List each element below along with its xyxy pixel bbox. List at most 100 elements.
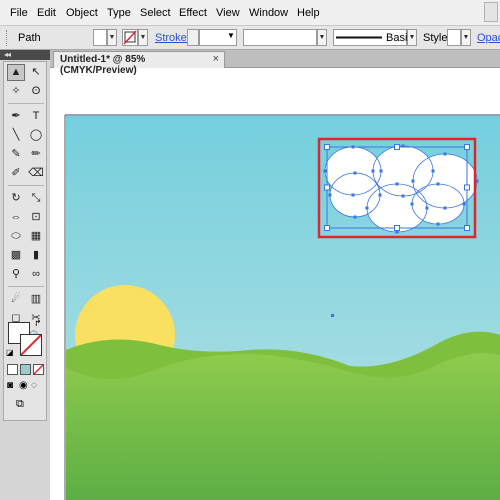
menu-view[interactable]: View — [216, 7, 240, 19]
anchor-point[interactable] — [436, 182, 440, 186]
anchor-point[interactable] — [378, 193, 382, 197]
screen-mode-icon[interactable]: ⧉ — [16, 398, 24, 411]
grip-icon[interactable] — [6, 30, 10, 46]
perspective-grid-tool-icon[interactable]: ▦ — [27, 228, 45, 245]
bounding-box-handle[interactable] — [324, 225, 330, 231]
symbol-sprayer-tool-icon[interactable]: ☄ — [7, 291, 25, 308]
bounding-box-handle[interactable] — [324, 184, 330, 191]
eraser-tool-icon[interactable]: ⌫ — [27, 165, 45, 182]
close-icon[interactable]: × — [213, 53, 219, 65]
anchor-point[interactable] — [411, 179, 415, 183]
bounding-box-handle[interactable] — [324, 144, 330, 150]
document-tab-title: Untitled-1* @ 85% (CMYK/Preview) — [60, 54, 146, 76]
draw-inside-icon[interactable]: ◌ — [31, 380, 37, 391]
anchor-point[interactable] — [371, 169, 375, 173]
opacity-label[interactable]: Opacity — [477, 32, 500, 44]
brush-dropdown-icon[interactable]: ▼ — [407, 29, 417, 46]
eyedropper-tool-icon[interactable]: ⚲ — [7, 266, 25, 283]
anchor-point[interactable] — [443, 206, 447, 210]
anchor-point[interactable] — [323, 169, 327, 173]
menu-help[interactable]: Help — [297, 7, 320, 19]
none-mode-icon[interactable] — [33, 364, 44, 375]
swap-fill-stroke-icon[interactable]: ↱ — [34, 318, 42, 329]
pencil-tool-icon[interactable]: ✏ — [27, 146, 45, 163]
draw-behind-icon[interactable]: ◉ — [19, 380, 28, 391]
collapse-icon[interactable]: ◂◂ — [4, 50, 11, 60]
anchor-point[interactable] — [425, 206, 429, 210]
bounding-box-handle[interactable] — [464, 225, 470, 231]
scale-tool-icon[interactable]: ⤡ — [27, 190, 45, 207]
mesh-tool-icon[interactable]: ▩ — [7, 247, 25, 264]
direct-selection-tool-icon[interactable]: ↖ — [27, 64, 45, 81]
fill-swatch[interactable] — [93, 29, 107, 46]
default-fill-stroke-icon[interactable]: ◪ — [6, 348, 14, 357]
variable-width-dropdown-icon[interactable]: ▼ — [317, 29, 327, 46]
anchor-point[interactable] — [443, 152, 447, 156]
pen-tool-icon[interactable]: ✒ — [7, 108, 25, 125]
fill-dropdown-icon[interactable]: ▼ — [107, 29, 117, 46]
lasso-tool-icon[interactable]: ʘ — [27, 83, 45, 100]
type-tool-icon[interactable]: T — [27, 108, 45, 125]
document-tab[interactable]: Untitled-1* @ 85% (CMYK/Preview) × — [53, 51, 225, 76]
line-segment-tool-icon[interactable]: ╲ — [7, 127, 25, 144]
free-transform-tool-icon[interactable]: ⊡ — [27, 209, 45, 226]
document-tab-bar: Untitled-1* @ 85% (CMYK/Preview) × — [50, 50, 500, 76]
tool-separator — [8, 286, 44, 287]
artboard-canvas[interactable] — [50, 50, 500, 500]
tools-panel: ◂◂ ▲↖✧ʘ✒T╲◯✎✏✐⌫↻⤡⇔⊡⬭▦▩▮⚲∞☄▥◻✂✋🔍 ↱◪◙◉◌⧉ — [0, 50, 50, 500]
document-area: Untitled-1* @ 85% (CMYK/Preview) × — [50, 50, 500, 500]
stroke-swatch-large[interactable] — [20, 334, 42, 356]
anchor-point[interactable] — [328, 193, 332, 197]
stroke-swatch[interactable] — [122, 29, 138, 46]
anchor-point[interactable] — [431, 169, 435, 173]
anchor-point[interactable] — [436, 222, 440, 226]
variable-width-field[interactable] — [243, 29, 317, 46]
shape-builder-tool-icon[interactable]: ⬭ — [7, 228, 25, 245]
no-stroke-icon — [21, 335, 41, 355]
anchor-point[interactable] — [401, 194, 405, 198]
menu-effect[interactable]: Effect — [179, 7, 207, 19]
control-bar: Path ▼ ▼ Stroke: ▼ ▼ Basic ▼ Style: ▼ Op… — [0, 26, 500, 50]
stroke-dropdown-icon[interactable]: ▼ — [138, 29, 148, 46]
anchor-point[interactable] — [353, 171, 357, 175]
style-dropdown-icon[interactable]: ▼ — [461, 29, 471, 46]
stroke-weight-stepper[interactable] — [187, 29, 199, 46]
anchor-point[interactable] — [410, 202, 414, 206]
anchor-point[interactable] — [365, 206, 369, 210]
column-graph-tool-icon[interactable]: ▥ — [27, 291, 45, 308]
width-tool-icon[interactable]: ⇔ — [7, 209, 25, 226]
anchor-point[interactable] — [462, 202, 466, 206]
style-swatch[interactable] — [447, 29, 461, 46]
paintbrush-tool-icon[interactable]: ✎ — [7, 146, 25, 163]
anchor-point[interactable] — [353, 215, 357, 219]
gradient-tool-icon[interactable]: ▮ — [27, 247, 45, 264]
bounding-box-handle[interactable] — [394, 225, 400, 231]
menu-file[interactable]: File — [10, 7, 28, 19]
anchor-point[interactable] — [395, 182, 399, 186]
stroke-weight-dropdown-icon[interactable]: ▼ — [227, 31, 235, 40]
fill-stroke-swatches[interactable]: ↱ ◪ — [6, 318, 44, 358]
menu-type[interactable]: Type — [107, 7, 131, 19]
blob-brush-tool-icon[interactable]: ✐ — [7, 165, 25, 182]
tools-panel-header[interactable]: ◂◂ — [0, 50, 50, 60]
menu-object[interactable]: Object — [66, 7, 98, 19]
bounding-box-handle[interactable] — [394, 144, 400, 150]
menu-edit[interactable]: Edit — [37, 7, 56, 19]
selection-tool-icon[interactable]: ▲ — [7, 64, 25, 81]
bounding-box-handle[interactable] — [464, 144, 470, 150]
ellipse-tool-icon[interactable]: ◯ — [27, 127, 45, 144]
bounding-box-handle[interactable] — [464, 184, 470, 191]
gradient-mode-icon[interactable] — [20, 364, 31, 375]
blend-tool-icon[interactable]: ∞ — [27, 266, 45, 283]
stroke-label[interactable]: Stroke: — [155, 32, 190, 44]
anchor-point[interactable] — [379, 169, 383, 173]
magic-wand-tool-icon[interactable]: ✧ — [7, 83, 25, 100]
brush-stroke-preview — [336, 36, 382, 39]
menu-select[interactable]: Select — [140, 7, 171, 19]
rotate-tool-icon[interactable]: ↻ — [7, 190, 25, 207]
draw-normal-icon[interactable]: ◙ — [7, 380, 13, 391]
anchor-point[interactable] — [351, 193, 355, 197]
stray-anchor-point[interactable] — [331, 314, 334, 317]
menu-window[interactable]: Window — [249, 7, 288, 19]
color-mode-icon[interactable] — [7, 364, 18, 375]
